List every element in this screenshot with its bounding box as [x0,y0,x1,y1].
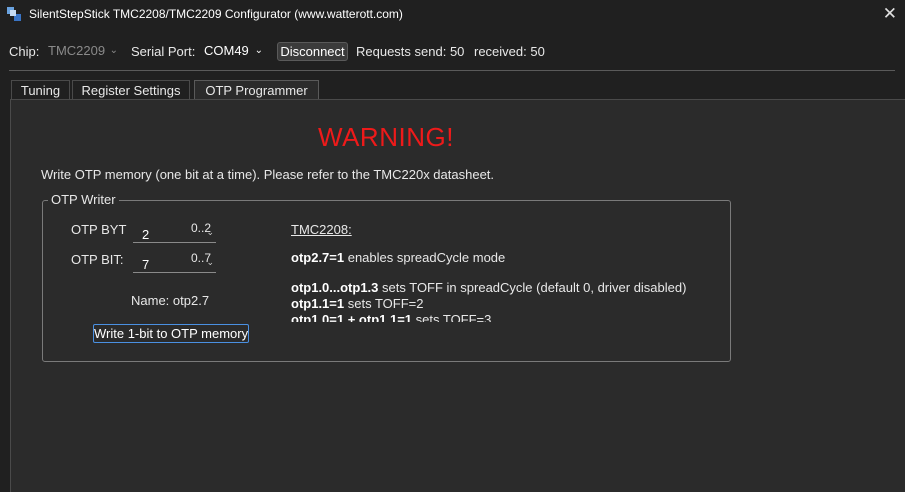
chip-label: Chip: [9,44,40,59]
serial-port-label: Serial Port: [131,44,196,59]
close-icon[interactable]: ✕ [883,4,897,24]
chip-select-value: TMC2209 [48,43,106,58]
received-count: received: 50 [474,44,545,59]
otp-bit-value: 7 [142,257,150,272]
chevron-down-icon: ⌄ [254,45,263,56]
write-otp-button[interactable]: Write 1-bit to OTP memory [93,324,249,343]
chip-select[interactable]: TMC2209 ⌄ [45,42,122,60]
otp-intro-text: Write OTP memory (one bit at a time). Pl… [41,167,495,182]
tab-register-settings[interactable]: Register Settings [72,80,190,100]
chevron-down-icon[interactable]: ⌄ [206,227,214,238]
serial-port-select[interactable]: COM49 ⌄ [201,42,267,60]
info-line: otp1.0=1 + otp1.1=1 sets TOFF=3 [291,312,492,322]
window-title: SilentStepStick TMC2208/TMC2209 Configur… [29,7,403,21]
info-line: otp1.1=1 sets TOFF=2 [291,296,424,311]
toolbar-divider [9,70,895,71]
disconnect-button[interactable]: Disconnect [277,42,348,61]
otp-byte-spinbox[interactable]: 2 0..2 ⌄ [133,221,216,243]
otp-name-text: Name: otp2.7 [131,293,210,308]
tab-tuning[interactable]: Tuning [11,80,70,100]
otp-byte-label: OTP BYT [71,222,127,237]
chevron-down-icon: ⌄ [109,45,118,56]
otp-bit-spinbox[interactable]: 7 0..7 ⌄ [133,251,216,273]
warning-heading: WARNING! [318,122,454,152]
title-bar: SilentStepStick TMC2208/TMC2209 Configur… [0,0,905,28]
tab-otp-programmer[interactable]: OTP Programmer [194,80,319,100]
app-icon [7,7,21,21]
serial-port-value: COM49 [204,43,249,58]
chevron-down-icon[interactable]: ⌄ [206,257,214,268]
tmc2208-info: TMC2208: otp2.7=1 enables spreadCycle mo… [291,222,721,322]
info-line: otp2.7=1 enables spreadCycle mode [291,250,506,265]
otp-writer-group-label: OTP Writer [48,192,119,207]
requests-sent-count: Requests send: 50 [356,44,465,59]
info-heading: TMC2208: [291,222,352,237]
otp-byte-value: 2 [142,227,150,242]
otp-bit-label: OTP BIT: [71,252,124,267]
info-line: otp1.0...otp1.3 sets TOFF in spreadCycle… [291,280,687,295]
